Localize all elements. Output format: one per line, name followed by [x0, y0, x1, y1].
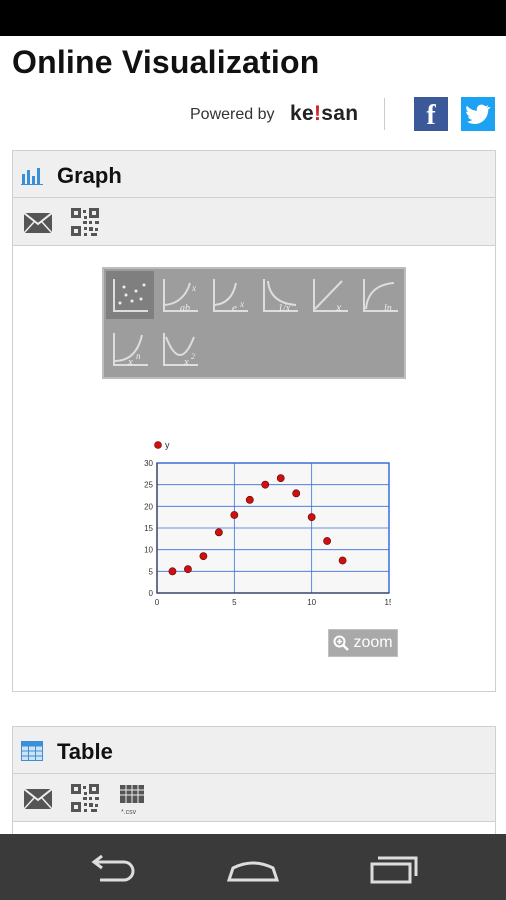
chart-type-power[interactable]: x n: [106, 325, 154, 373]
reciprocal-type-icon: 1/x: [263, 279, 298, 314]
page-title: Online Visualization: [12, 44, 320, 80]
chart-type-quadratic[interactable]: x 2: [156, 325, 204, 373]
chart-type-log[interactable]: ln: [356, 271, 404, 319]
svg-text:x: x: [239, 299, 244, 309]
data-point: [230, 511, 239, 519]
y-tick-label: 20: [144, 502, 153, 511]
power-type-icon: x n: [113, 333, 148, 368]
logarithm-type-icon: ln: [363, 279, 398, 314]
y-tick-label: 5: [149, 567, 154, 576]
table-panel-title: Table: [57, 739, 113, 764]
data-point: [276, 474, 285, 483]
mail-icon[interactable]: [23, 788, 53, 810]
y-tick-label: 25: [144, 481, 153, 490]
svg-text:x: x: [183, 356, 189, 368]
y-tick-label: 10: [144, 546, 153, 555]
scatter-type-icon: [113, 279, 148, 312]
svg-text:1/x: 1/x: [278, 303, 291, 314]
twitter-button[interactable]: [461, 97, 495, 131]
exponential-ab-type-icon: ab x: [163, 279, 198, 314]
x-tick-label: 5: [232, 598, 237, 605]
table-icon: [21, 741, 43, 761]
brand-post: san: [321, 102, 359, 125]
data-point: [292, 489, 301, 498]
y-tick-label: 15: [144, 524, 153, 533]
csv-export-button[interactable]: *.csv: [119, 784, 147, 816]
x-tick-label: 10: [307, 598, 316, 605]
mail-icon[interactable]: [23, 212, 53, 234]
chart-type-scatter[interactable]: [106, 271, 154, 319]
data-point: [307, 513, 316, 522]
data-point: [338, 556, 347, 565]
chart-type-selector: ab x e x 1/x x ln x n x 2: [102, 267, 406, 379]
qr-code-icon[interactable]: [71, 784, 99, 812]
table-tools: *.csv: [13, 774, 495, 822]
android-nav-bar: [0, 834, 506, 900]
home-icon: [226, 861, 280, 882]
qr-code-icon[interactable]: [71, 208, 99, 236]
y-tick-label: 30: [144, 459, 153, 468]
graph-tools: [13, 198, 495, 246]
data-point: [199, 552, 208, 561]
graph-panel: Graph ab x e x 1/x x ln x n x 2 0 5 10 1…: [12, 150, 496, 692]
svg-text:e: e: [232, 302, 237, 314]
keisan-logo[interactable]: ke!san: [290, 102, 358, 126]
chart-type-ex[interactable]: e x: [206, 271, 254, 319]
x-tick-label: 0: [155, 598, 160, 605]
data-point: [214, 528, 223, 537]
back-button[interactable]: [82, 848, 142, 888]
svg-text:x: x: [335, 300, 342, 314]
quadratic-type-icon: x 2: [163, 333, 198, 368]
brand-pre: ke: [290, 102, 314, 125]
zoom-label: zoom: [353, 634, 393, 651]
data-point: [168, 567, 177, 576]
data-point: [261, 480, 270, 489]
svg-text:ln: ln: [384, 303, 392, 314]
chart-type-linear[interactable]: x: [306, 271, 354, 319]
y-tick-label: 0: [149, 589, 154, 598]
zoom-button[interactable]: zoom: [328, 629, 398, 657]
twitter-icon: [466, 104, 491, 124]
svg-text:ab: ab: [180, 303, 190, 314]
scatter-chart: 0 5 10 15 20 25 30 0 5 10 15 y: [144, 440, 391, 605]
exponential-e-type-icon: e x: [213, 279, 248, 314]
chart-type-reciprocal[interactable]: 1/x: [256, 271, 304, 319]
svg-text:2: 2: [191, 352, 195, 361]
facebook-button[interactable]: f: [414, 97, 448, 131]
chart-type-abx[interactable]: ab x: [156, 271, 204, 319]
legend-label: y: [165, 440, 170, 450]
graph-panel-header: Graph: [13, 151, 495, 198]
facebook-icon: f: [426, 100, 436, 131]
graph-panel-title: Graph: [57, 163, 122, 188]
home-button[interactable]: [223, 848, 283, 888]
data-point: [245, 495, 254, 504]
svg-text:n: n: [136, 351, 141, 361]
x-tick-label: 15: [385, 598, 391, 605]
svg-text:x: x: [191, 283, 196, 293]
csv-label: *.csv: [121, 809, 137, 816]
csv-icon: [120, 785, 144, 803]
powered-by-label: Powered by: [190, 106, 275, 123]
recent-apps-icon: [370, 856, 418, 884]
recent-apps-button[interactable]: [364, 848, 424, 888]
table-panel-header: Table: [13, 727, 495, 774]
bar-chart-icon: [21, 168, 43, 185]
data-point: [184, 565, 192, 574]
header-divider: [384, 98, 385, 130]
linear-type-icon: x: [313, 279, 348, 314]
svg-text:x: x: [127, 356, 133, 368]
status-bar: [0, 0, 506, 36]
legend-marker: [154, 441, 162, 449]
data-point: [323, 537, 332, 545]
zoom-icon: [333, 635, 350, 651]
back-icon: [91, 854, 135, 882]
